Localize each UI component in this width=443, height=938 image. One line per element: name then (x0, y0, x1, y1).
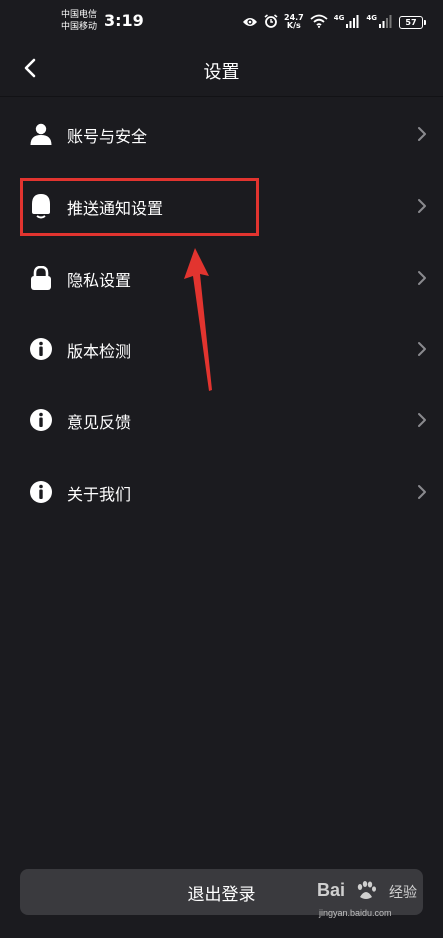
menu-item-label: 账号与安全 (67, 127, 148, 146)
status-icons: 24.7 K/s 4G 4G 57 (242, 12, 426, 32)
net-speed-unit: K/s (286, 21, 301, 30)
signal-1-label: 4G (333, 14, 345, 22)
status-time: 3:19 (104, 11, 144, 30)
battery-icon: 57 (399, 15, 426, 29)
wifi-icon (310, 13, 328, 32)
net-speed: 24.7 K/s (284, 14, 304, 30)
chevron-right-icon (417, 341, 427, 357)
menu-item-label: 推送通知设置 (67, 199, 164, 218)
menu-item-feedback[interactable]: 意见反馈 (0, 390, 443, 450)
info-icon (29, 408, 53, 432)
chevron-right-icon (417, 126, 427, 142)
chevron-right-icon (417, 484, 427, 500)
menu-item-label: 版本检测 (67, 342, 132, 361)
carrier-2: 中国移动 (61, 22, 98, 32)
user-icon (29, 122, 53, 146)
annotation-arrow (180, 248, 224, 398)
lock-icon (29, 266, 53, 290)
info-icon (29, 480, 53, 504)
signal-2-icon (379, 13, 393, 32)
header: 设置 (0, 44, 443, 97)
menu-item-push-notifications[interactable]: 推送通知设置 (0, 176, 443, 236)
watermark-brand: Bai (317, 880, 346, 900)
signal-1-icon (346, 13, 360, 32)
menu-item-account-security[interactable]: 账号与安全 (0, 104, 443, 164)
signal-2-label: 4G (366, 14, 377, 22)
carrier-1: 中国电信 (61, 10, 98, 20)
chevron-right-icon (417, 270, 427, 286)
alarm-icon (264, 13, 278, 32)
carrier-names: 中国电信 中国移动 (61, 9, 97, 33)
eye-icon (242, 13, 258, 32)
paw-icon (355, 880, 377, 906)
menu-item-about-us[interactable]: 关于我们 (0, 462, 443, 522)
info-icon (29, 337, 53, 361)
chevron-right-icon (417, 198, 427, 214)
watermark-suffix: 经验 (389, 885, 417, 901)
menu-item-label: 关于我们 (67, 485, 132, 504)
menu-item-label: 意见反馈 (67, 413, 132, 432)
bell-icon (29, 194, 53, 219)
status-bar: 中国电信 中国移动 3:19 24.7 K/s 4G 4G 57 (0, 0, 443, 44)
menu-item-label: 隐私设置 (67, 271, 132, 290)
watermark-url: jingyan.baidu.com (319, 908, 392, 918)
page-title: 设置 (203, 62, 240, 83)
chevron-right-icon (417, 412, 427, 428)
baidu-jingyan-watermark: Bai 经验 jingyan.baidu.com (317, 880, 417, 928)
